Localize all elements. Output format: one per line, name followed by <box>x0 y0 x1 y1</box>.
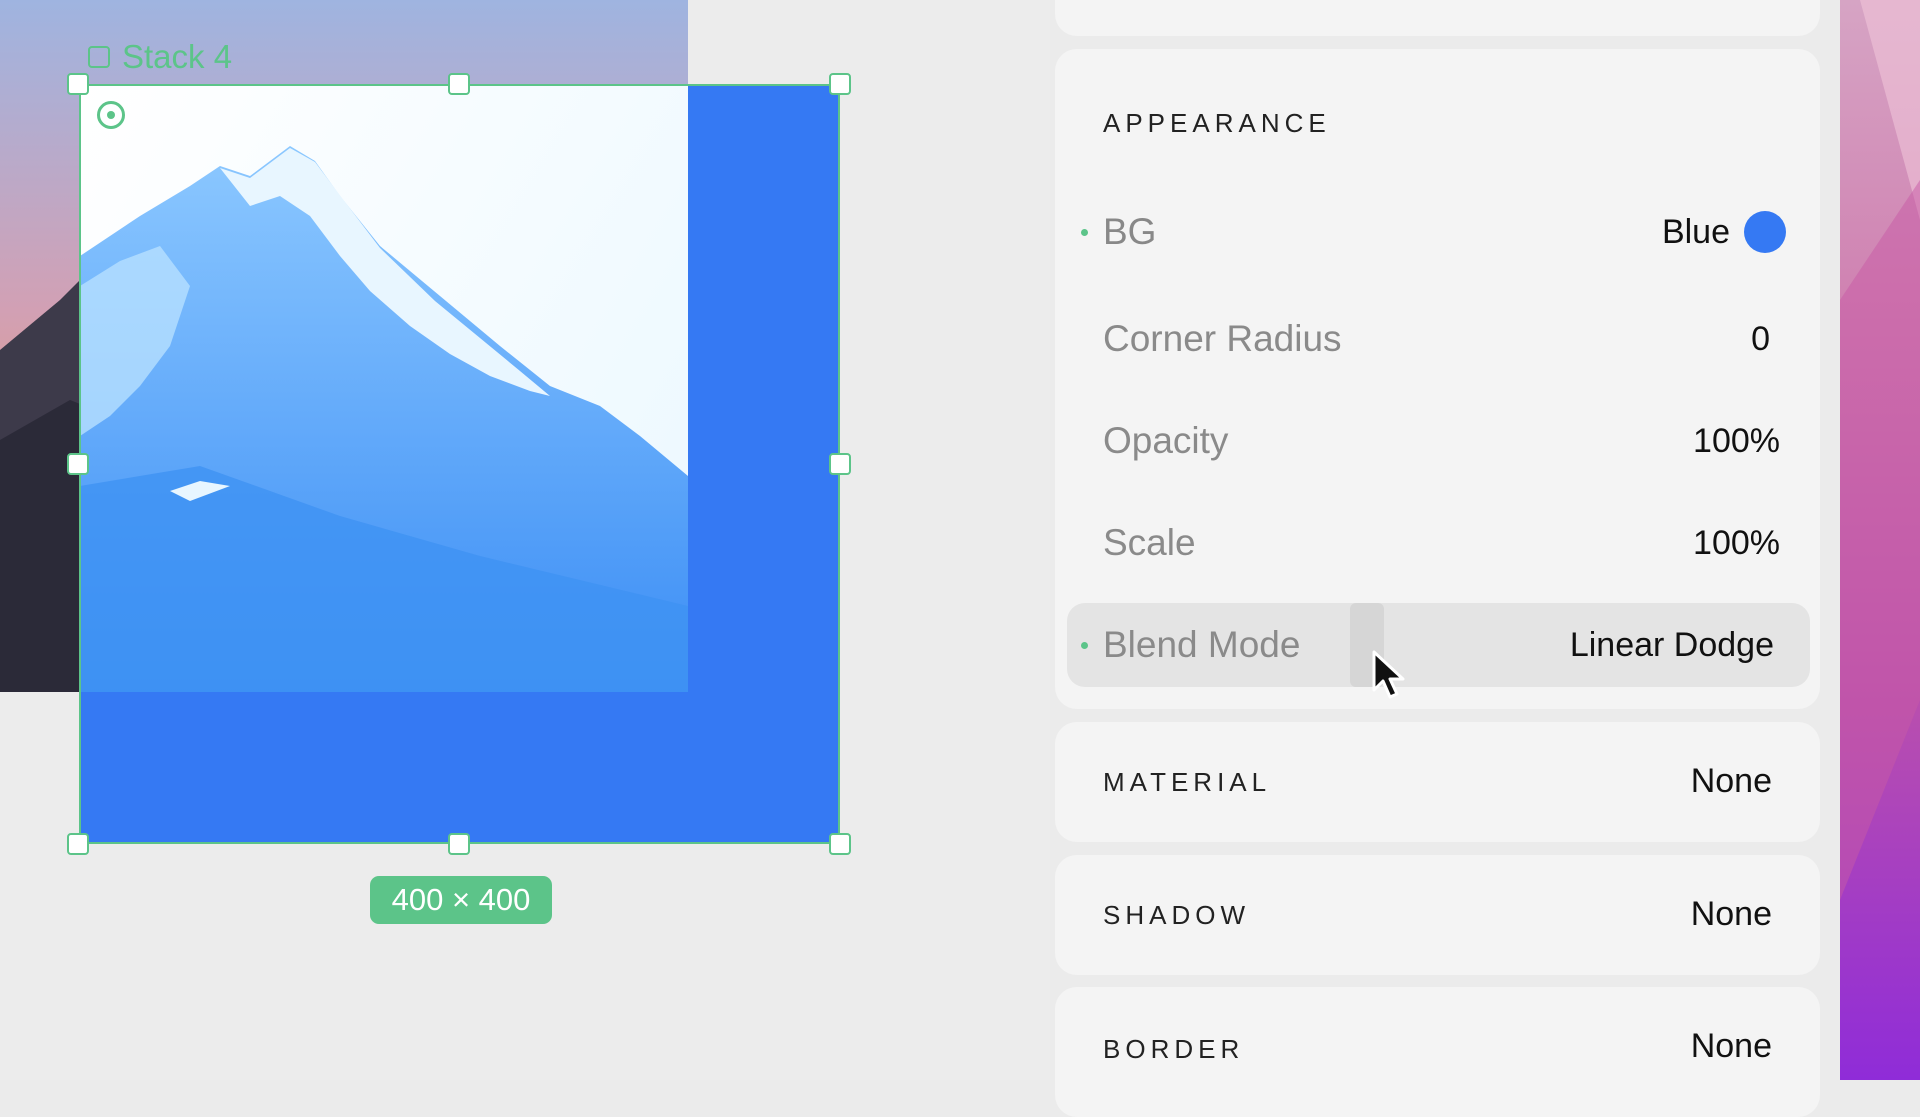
resize-handle-top-right[interactable] <box>829 73 851 95</box>
anchor-point-icon[interactable] <box>97 101 125 129</box>
resize-handle-bottom[interactable] <box>448 833 470 855</box>
scale-label: Scale <box>1103 522 1196 563</box>
bg-value: Blue <box>1661 212 1730 251</box>
blend-mode-label: Blend Mode <box>1103 624 1301 665</box>
opacity-label: Opacity <box>1103 420 1229 461</box>
opacity-value[interactable]: 100% <box>1693 422 1780 461</box>
corner-radius-row[interactable]: Corner Radius 0 <box>1103 309 1780 369</box>
section-title-shadow: SHADOW <box>1103 900 1250 930</box>
scale-value[interactable]: 100% <box>1693 524 1780 563</box>
bg-row[interactable]: BG Blue <box>1081 202 1786 262</box>
blend-mode-value[interactable]: Linear Dodge <box>1570 626 1774 665</box>
shadow-section[interactable]: SHADOW None <box>1055 855 1820 975</box>
design-canvas[interactable]: Stack 4 400 × 400 <box>0 0 1050 1080</box>
resize-handle-left[interactable] <box>67 453 89 475</box>
layer-name: Stack 4 <box>122 38 233 75</box>
section-title-material: MATERIAL <box>1103 767 1272 797</box>
color-swatch-icon[interactable] <box>1744 211 1786 253</box>
material-section[interactable]: MATERIAL None <box>1055 722 1820 842</box>
modified-indicator-dot <box>1081 641 1088 649</box>
stack-icon <box>88 46 110 68</box>
desktop-wallpaper-strip <box>1840 0 1920 1080</box>
resize-handle-bottom-right[interactable] <box>829 833 851 855</box>
resize-handle-bottom-left[interactable] <box>67 833 89 855</box>
border-value[interactable]: None <box>1691 1027 1772 1066</box>
appearance-section: APPEARANCE BG Blue Corner Radius 0 Opaci… <box>1055 49 1820 709</box>
corner-radius-label: Corner Radius <box>1103 318 1342 359</box>
border-section[interactable]: BORDER None <box>1055 987 1820 1117</box>
previous-section-card <box>1055 0 1820 36</box>
modified-indicator-dot <box>1081 228 1088 236</box>
opacity-row[interactable]: Opacity 100% <box>1103 411 1780 471</box>
bg-label: BG <box>1103 211 1157 252</box>
blend-mode-row[interactable]: Blend Mode Linear Dodge <box>1081 615 1780 675</box>
resize-handle-top[interactable] <box>448 73 470 95</box>
stack-image[interactable] <box>80 86 688 692</box>
resize-handle-top-left[interactable] <box>67 73 89 95</box>
section-title-appearance: APPEARANCE <box>1103 108 1331 138</box>
layer-label[interactable]: Stack 4 <box>88 38 232 76</box>
scale-row[interactable]: Scale 100% <box>1103 513 1780 573</box>
material-value[interactable]: None <box>1691 762 1772 801</box>
corner-radius-value[interactable]: 0 <box>1751 320 1770 359</box>
size-badge: 400 × 400 <box>370 876 552 924</box>
mouse-pointer-icon <box>1372 650 1405 699</box>
resize-handle-right[interactable] <box>829 453 851 475</box>
shadow-value[interactable]: None <box>1691 895 1772 934</box>
section-title-border: BORDER <box>1103 1034 1245 1064</box>
